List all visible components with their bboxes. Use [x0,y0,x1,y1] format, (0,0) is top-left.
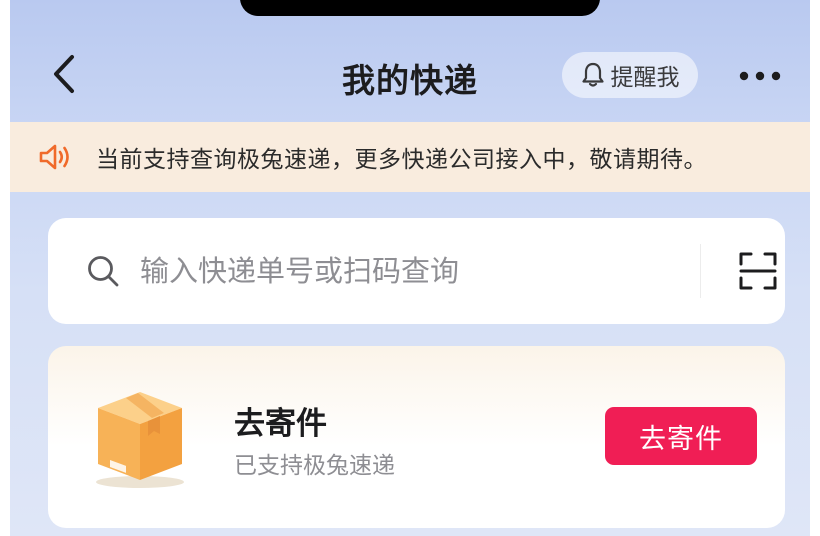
send-card-title: 去寄件 [234,406,327,442]
tracking-number-search-input[interactable] [138,253,642,289]
more-dots-icon [739,71,781,81]
notice-text: 当前支持查询极兔速递，更多快递公司接入中，敬请期待。 [96,147,707,173]
search-icon [88,256,119,287]
scan-icon[interactable] [738,251,778,291]
remind-me-label: 提醒我 [610,65,680,91]
go-send-button[interactable]: 去寄件 [605,407,757,465]
more-options-button[interactable] [736,56,784,96]
camera-notch [240,0,600,16]
send-card-subtitle: 已支持极兔速递 [234,453,395,479]
search-divider [700,244,701,298]
notice-banner: 当前支持查询极兔速递，更多快递公司接入中，敬请期待。 [10,122,810,192]
bell-icon [581,62,604,87]
phone-screen: 我的快递 提醒我 当前支持查询极兔速递，更多快递公司接入中，敬请期待。 输入快递… [10,0,810,536]
remind-me-button[interactable]: 提醒我 [562,52,698,98]
send-package-card: 去寄件 已支持极兔速递 去寄件 [48,346,785,528]
speaker-icon [38,142,74,172]
package-box-icon [96,392,184,488]
top-navigation-bar: 我的快递 提醒我 [10,38,810,110]
search-card [48,218,785,324]
